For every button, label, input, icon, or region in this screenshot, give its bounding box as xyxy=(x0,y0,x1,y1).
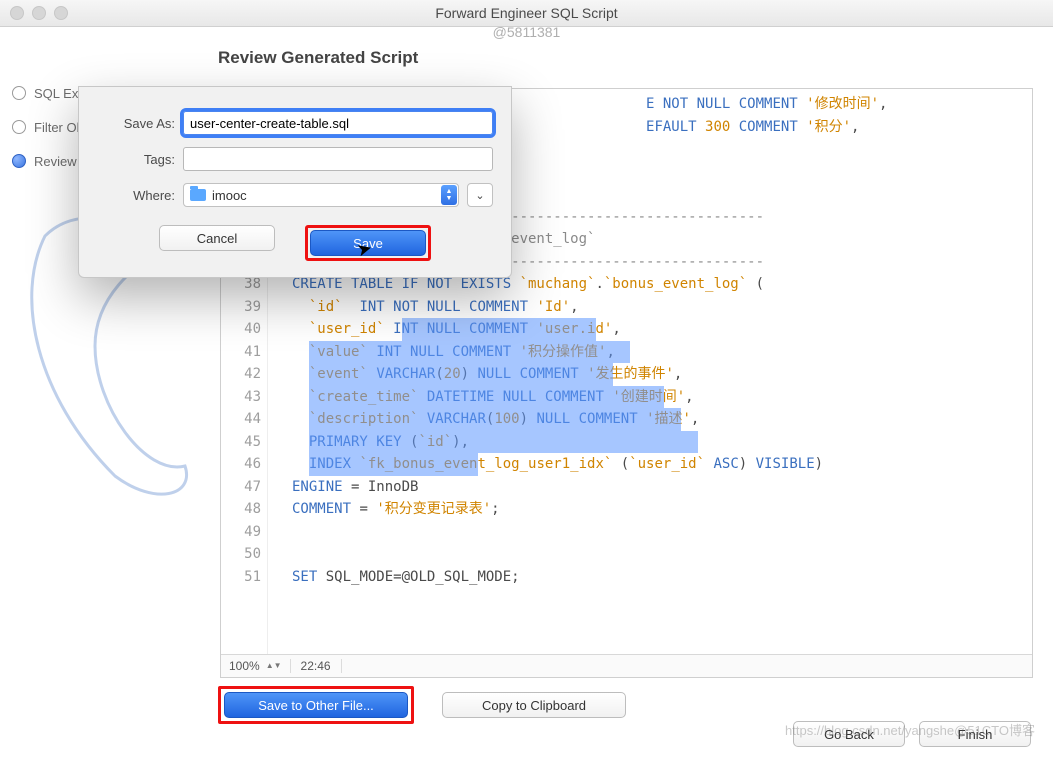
save-as-input[interactable] xyxy=(183,111,493,135)
step-dot-icon xyxy=(12,120,26,134)
step-dot-icon xyxy=(12,154,26,168)
finish-button[interactable]: Finish xyxy=(919,721,1031,747)
window-title: Forward Engineer SQL Script xyxy=(0,5,1053,21)
step-dot-icon xyxy=(12,86,26,100)
expand-save-panel-button[interactable]: ⌄ xyxy=(467,183,493,207)
highlight-save-to-file: Save to Other File... xyxy=(218,686,414,724)
zoom-stepper-icon[interactable]: ▲▼ xyxy=(266,663,282,669)
zoom-level[interactable]: 100% ▲▼ xyxy=(221,659,291,673)
save-file-dialog: Save As: Tags: Where: imooc ▲▼ ⌄ Cancel xyxy=(78,86,512,278)
chevron-down-icon: ⌄ xyxy=(475,189,484,202)
go-back-button[interactable]: Go Back xyxy=(793,721,905,747)
window-titlebar: Forward Engineer SQL Script xyxy=(0,0,1053,27)
where-folder-select[interactable]: imooc ▲▼ xyxy=(183,183,459,207)
copy-to-clipboard-button[interactable]: Copy to Clipboard xyxy=(442,692,626,718)
save-to-other-file-button[interactable]: Save to Other File... xyxy=(224,692,408,718)
tags-label: Tags: xyxy=(97,152,175,167)
save-as-label: Save As: xyxy=(97,116,175,131)
editor-statusbar: 100% ▲▼ 22:46 xyxy=(221,654,1032,677)
cancel-button[interactable]: Cancel xyxy=(159,225,275,251)
cursor-position: 22:46 xyxy=(291,659,342,673)
where-stepper-icon[interactable]: ▲▼ xyxy=(441,185,457,205)
highlight-save-button: Save ➤ xyxy=(305,225,431,261)
page-title: Review Generated Script xyxy=(218,48,418,68)
where-folder-name: imooc xyxy=(212,188,247,203)
folder-icon xyxy=(190,189,206,201)
save-button[interactable]: Save ➤ xyxy=(310,230,426,256)
where-label: Where: xyxy=(97,188,175,203)
tags-input[interactable] xyxy=(183,147,493,171)
